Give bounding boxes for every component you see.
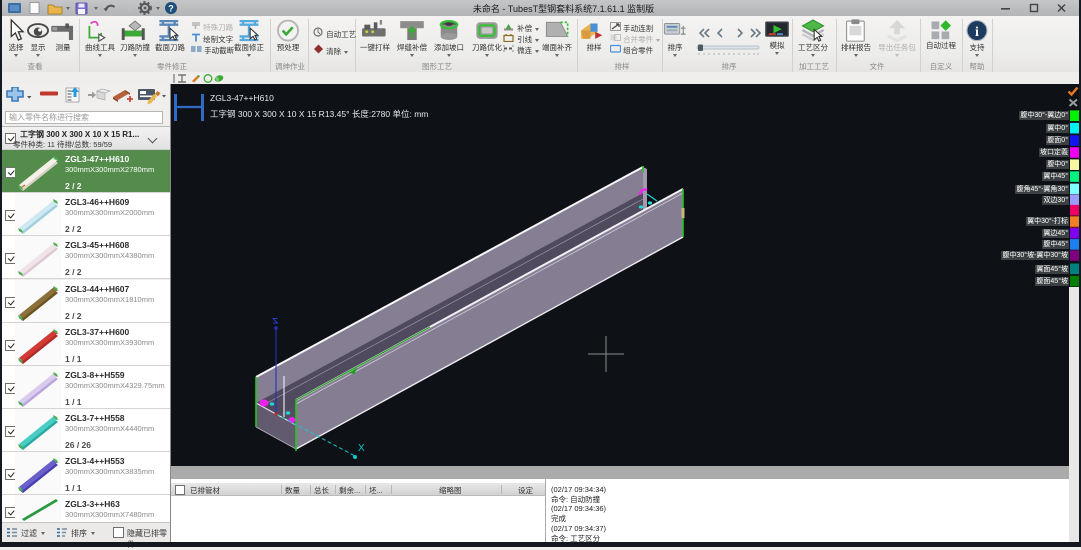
svg-text:i: i [975,24,979,40]
svg-text:X: X [358,443,365,454]
